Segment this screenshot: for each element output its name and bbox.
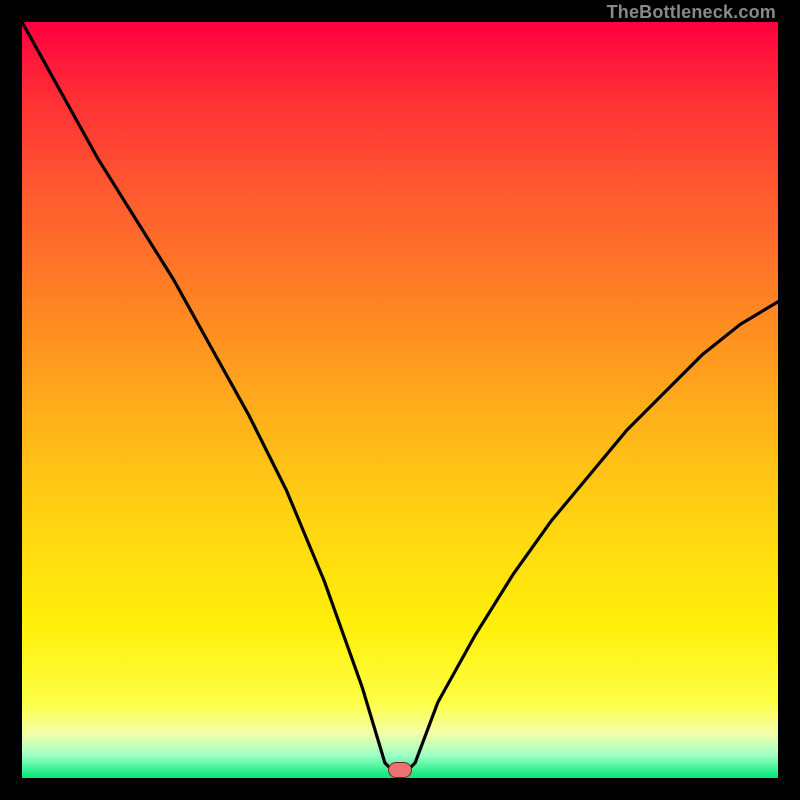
bottleneck-curve-path [22, 22, 778, 778]
watermark-text: TheBottleneck.com [607, 2, 776, 23]
curve-svg [22, 22, 778, 778]
chart-frame: TheBottleneck.com [0, 0, 800, 800]
optimal-point-marker [388, 762, 412, 778]
plot-area [22, 22, 778, 778]
